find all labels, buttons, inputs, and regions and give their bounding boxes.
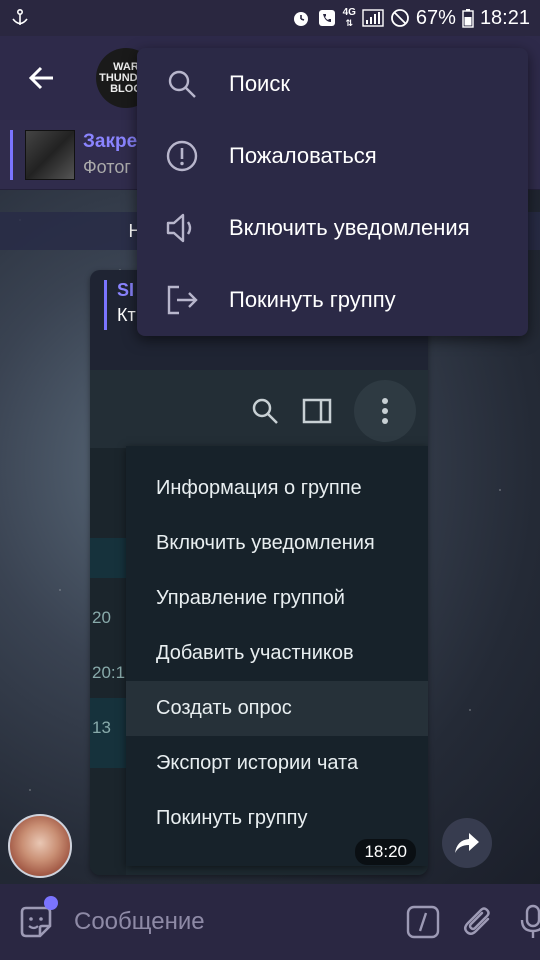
arrow-left-icon (28, 66, 53, 90)
notification-dot (44, 896, 58, 910)
clock: 18:21 (479, 6, 530, 29)
back-button[interactable] (0, 36, 84, 120)
screenshot-menu-item: Экспорт истории чата (156, 752, 359, 774)
reply-text: Кт (117, 305, 136, 325)
screenshot-menu-item: Добавить участников (156, 642, 354, 664)
screenshot-menu-item: Информация о группе (156, 477, 362, 499)
attach-button[interactable] (462, 902, 496, 942)
screenshot-menu: Информация о группе Включить уведомления… (126, 446, 428, 866)
dnd-icon (390, 8, 410, 28)
reply-author: SI (117, 280, 135, 300)
report-icon (165, 139, 199, 173)
screenshot-chat-list: 20 20:12 13 (90, 448, 135, 875)
screenshot-menu-item: Покинуть группу (156, 807, 308, 829)
message-input-bar (0, 884, 540, 960)
menu-item-unmute[interactable]: Включить уведомления (137, 192, 528, 264)
pinned-subtitle: Фотог (83, 157, 131, 177)
list-value: 20 (92, 608, 111, 627)
list-value: 13 (92, 718, 111, 737)
menu-item-label: Включить уведомления (229, 215, 470, 240)
speaker-muted-icon (165, 211, 199, 245)
attached-screenshot[interactable]: 20 20:12 13 Информация о группе Включить… (90, 370, 428, 875)
paperclip-icon (464, 907, 490, 935)
screenshot-menu-item: Управление группой (156, 587, 345, 609)
signal-icon (362, 8, 384, 28)
voice-button[interactable] (518, 902, 540, 942)
forward-icon (455, 833, 479, 853)
menu-item-search[interactable]: Поиск (137, 48, 528, 120)
phone-icon (317, 8, 337, 28)
sender-avatar[interactable] (8, 814, 72, 878)
screenshot-menu-item-highlighted: Создать опрос (126, 681, 428, 736)
list-cell (90, 538, 126, 578)
message-input[interactable] (74, 908, 384, 936)
pinned-accent-bar (10, 129, 13, 180)
search-icon (165, 67, 199, 101)
slash-command-icon (406, 905, 440, 939)
leave-icon (165, 283, 199, 317)
overflow-menu: Поиск Пожаловаться Включить уведомления … (137, 48, 528, 336)
menu-item-leave-group[interactable]: Покинуть группу (137, 264, 528, 336)
menu-item-report[interactable]: Пожаловаться (137, 120, 528, 192)
kebab-icon (382, 398, 388, 424)
pinned-title: Закре (83, 131, 138, 152)
reply-accent-bar (104, 280, 107, 330)
forward-button[interactable] (442, 818, 492, 868)
message-bubble[interactable]: SI Кт 20 20:12 13 Информация о группе Вк… (90, 270, 428, 875)
bot-command-button[interactable] (406, 902, 440, 942)
search-icon (252, 398, 278, 424)
more-options-button (354, 380, 416, 442)
battery-percent: 67% (415, 6, 456, 29)
status-bar: 4G ⇅ 67% 18:21 (0, 0, 540, 36)
battery-icon (462, 8, 474, 28)
menu-item-label: Поиск (229, 71, 290, 96)
pinned-thumbnail (25, 129, 75, 180)
anchor-icon (10, 8, 30, 28)
network-4g-icon: 4G ⇅ (342, 7, 356, 29)
alarm-icon (291, 8, 311, 28)
message-time: 18:20 (355, 839, 416, 865)
sidebar-toggle-icon (302, 398, 332, 424)
menu-item-label: Пожаловаться (229, 143, 377, 168)
microphone-icon (520, 904, 540, 938)
menu-item-label: Покинуть группу (229, 287, 396, 312)
emoji-button[interactable] (18, 896, 58, 942)
screenshot-menu-item: Включить уведомления (156, 532, 375, 554)
screenshot-toolbar (90, 370, 428, 448)
